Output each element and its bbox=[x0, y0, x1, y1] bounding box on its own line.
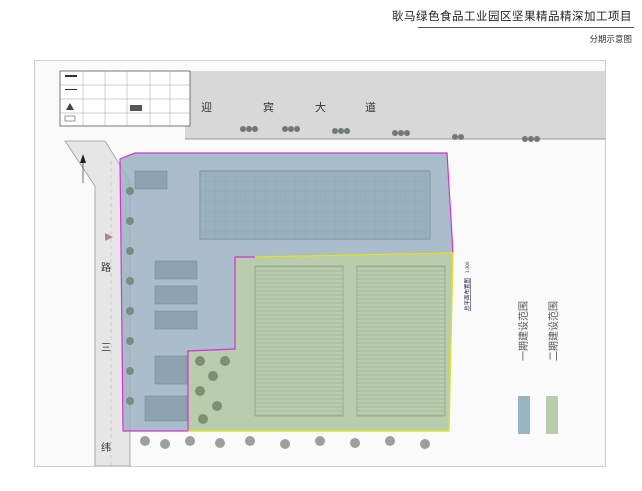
top-road-char-3: 大 bbox=[315, 100, 326, 114]
drawing-sheet: 迎 宾 大 道 路 三 纬 总平面布置图 1:300 一期建设范围 二期建设范围 bbox=[34, 60, 606, 467]
trees-bottom-row bbox=[140, 436, 430, 449]
drawing-subtitle: 分期示意图 bbox=[589, 35, 632, 45]
project-title: 耿马绿色食品工业园区坚果精品精深加工项目 bbox=[392, 9, 632, 23]
left-road-char-2: 三 bbox=[101, 343, 111, 354]
site-plan: 迎 宾 大 道 路 三 纬 总平面布置图 1:300 一期建设范围 二期建设范围 bbox=[59, 70, 605, 467]
left-road-char-3: 纬 bbox=[101, 441, 111, 454]
top-road-char-2: 宾 bbox=[263, 100, 274, 114]
legend-phase1-swatch bbox=[518, 396, 530, 434]
left-road-char-1: 路 bbox=[101, 261, 111, 274]
plan-scale: 1:300 bbox=[465, 261, 470, 273]
legend-phase1-label: 一期建设范围 bbox=[517, 301, 530, 361]
legend-phase2-swatch bbox=[546, 396, 558, 434]
top-road-char-4: 道 bbox=[365, 100, 376, 114]
plan-title: 总平面布置图 bbox=[463, 277, 471, 311]
legend-phase2-label: 二期建设范围 bbox=[547, 301, 560, 361]
title-underline bbox=[418, 27, 634, 28]
title-block bbox=[59, 70, 191, 127]
top-road-char-1: 迎 bbox=[201, 101, 212, 114]
